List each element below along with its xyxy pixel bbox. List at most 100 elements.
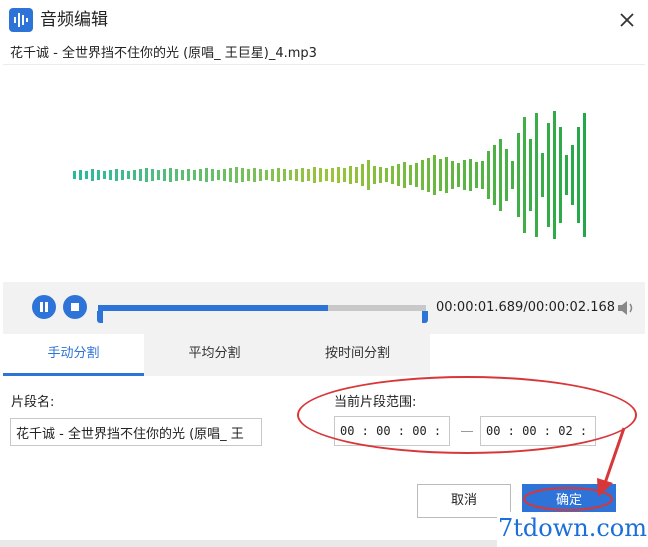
wave-bar <box>181 170 184 180</box>
wave-bar <box>505 149 508 201</box>
segment-range-label: 当前片段范围: <box>334 395 417 410</box>
wave-bar <box>571 145 574 205</box>
playback-controls: 00:00:01.689/00:00:02.168 <box>3 282 645 334</box>
range-start-input[interactable] <box>334 416 450 446</box>
tab-time-split[interactable]: 按时间分割 <box>285 334 430 376</box>
wave-bar <box>535 113 538 237</box>
wave-bar <box>307 169 310 181</box>
wave-bar <box>565 155 568 195</box>
wave-bar <box>175 169 178 181</box>
wave-bar <box>169 168 172 182</box>
wave-bar <box>451 161 454 189</box>
wave-bar <box>133 170 136 180</box>
progress-bar[interactable] <box>98 305 426 311</box>
time-display: 00:00:01.689/00:00:02.168 <box>436 300 616 315</box>
range-end-input[interactable] <box>480 416 596 446</box>
wave-bar <box>577 127 580 223</box>
wave-bar <box>97 170 100 180</box>
background-strip <box>0 540 497 547</box>
waveform-panel[interactable] <box>3 64 645 282</box>
wave-bar <box>199 169 202 181</box>
tab-average-split[interactable]: 平均分割 <box>144 334 285 376</box>
wave-bar <box>211 169 214 181</box>
wave-bar <box>433 155 436 195</box>
wave-bar <box>517 133 520 217</box>
wave-bar <box>343 168 346 182</box>
wave-bar <box>301 168 304 182</box>
wave-bar <box>235 167 238 183</box>
range-start-handle[interactable] <box>97 311 103 323</box>
wave-bar <box>427 158 430 192</box>
wave-bar <box>475 162 478 188</box>
wave-bar <box>421 160 424 190</box>
wave-bar <box>385 168 388 182</box>
wave-bar <box>115 169 118 181</box>
wave-bar <box>409 165 412 185</box>
wave-bar <box>187 169 190 181</box>
range-end-handle[interactable] <box>422 311 428 323</box>
wave-bar <box>109 170 112 180</box>
wave-bar <box>481 161 484 189</box>
wave-bar <box>559 127 562 223</box>
wave-bar <box>541 153 544 197</box>
wave-bar <box>397 164 400 186</box>
wave-bar <box>583 113 586 237</box>
wave-bar <box>163 169 166 181</box>
wave-bar <box>415 163 418 187</box>
wave-bar <box>487 151 490 199</box>
wave-bar <box>91 169 94 181</box>
wave-bar <box>217 170 220 180</box>
wave-bar <box>223 169 226 181</box>
wave-bar <box>391 166 394 184</box>
wave-bar <box>145 168 148 182</box>
wave-bar <box>379 167 382 183</box>
wave-bar <box>289 170 292 180</box>
wave-bar <box>241 168 244 182</box>
wave-bar <box>319 168 322 182</box>
segment-name-label: 片段名: <box>11 395 55 410</box>
progress-fill <box>98 305 328 311</box>
wave-bar <box>271 169 274 181</box>
wave-bar <box>79 170 82 180</box>
wave-bar <box>151 169 154 181</box>
wave-bar <box>139 169 142 181</box>
segment-name-input[interactable] <box>10 418 262 446</box>
tab-manual-split[interactable]: 手动分割 <box>3 334 144 376</box>
wave-bar <box>349 166 352 184</box>
wave-bar <box>193 170 196 180</box>
wave-bar <box>439 159 442 191</box>
stop-icon[interactable] <box>63 295 87 319</box>
audio-wave-icon <box>9 8 33 32</box>
title-bar: 音频编辑 <box>0 0 648 40</box>
wave-bar <box>469 159 472 191</box>
wave-bar <box>403 162 406 188</box>
close-icon[interactable] <box>616 9 638 31</box>
wave-bar <box>157 170 160 180</box>
window-title: 音频编辑 <box>40 10 108 30</box>
wave-bar <box>73 171 76 179</box>
wave-bar <box>499 139 502 211</box>
wave-bar <box>325 169 328 181</box>
wave-bar <box>463 160 466 190</box>
wave-bar <box>373 166 376 184</box>
wave-bar <box>229 168 232 182</box>
wave-bar <box>547 123 550 227</box>
watermark: 7tdown.com <box>497 512 648 547</box>
volume-icon[interactable] <box>615 298 637 318</box>
wave-bar <box>253 168 256 182</box>
wave-bar <box>553 111 556 239</box>
wave-bar <box>121 170 124 180</box>
wave-bar <box>337 167 340 183</box>
wave-bar <box>355 167 358 183</box>
waveform <box>73 111 586 239</box>
wave-bar <box>313 167 316 183</box>
wave-bar <box>493 145 496 205</box>
wave-bar <box>247 169 250 181</box>
file-name: 花千诚 - 全世界挡不住你的光 (原唱_ 王巨星)_4.mp3 <box>10 46 317 61</box>
range-separator <box>461 431 473 432</box>
wave-bar <box>445 157 448 193</box>
wave-bar <box>529 139 532 211</box>
wave-bar <box>331 168 334 182</box>
wave-bar <box>295 169 298 181</box>
pause-icon[interactable] <box>32 295 56 319</box>
